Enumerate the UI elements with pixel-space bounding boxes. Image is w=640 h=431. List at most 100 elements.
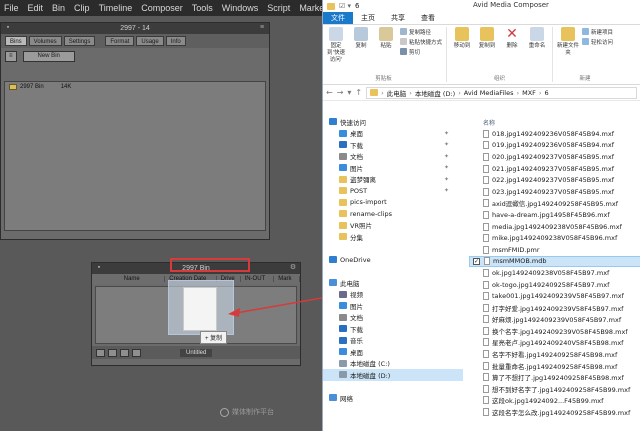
breadcrumb-item[interactable]: MXF xyxy=(522,89,536,97)
file-row[interactable]: axid逗蠍信.jpg1492409258F45B95.mxf xyxy=(469,198,640,210)
menu-item-timeline[interactable]: Timeline xyxy=(99,3,133,13)
file-row[interactable]: 这段名字怎么改.jpg1492409258F45B99.mxf xyxy=(469,406,640,418)
file-row[interactable]: ok.jpg1492409238V058F45B97.mxf xyxy=(469,267,640,279)
file-row[interactable]: 这段ok.jpg14924092...F45B99.mxf xyxy=(469,395,640,407)
column-header-name[interactable]: Name xyxy=(120,276,166,282)
nav-item[interactable]: 分集 xyxy=(323,231,463,243)
file-row[interactable]: 018.jpg1492409236V058F45B94.mxf xyxy=(469,128,640,140)
file-row[interactable]: 批量重命名.jpg1492409258F45B98.mxf xyxy=(469,360,640,372)
nav-item[interactable]: 文档 ✦ xyxy=(323,151,463,163)
file-row[interactable]: 022.jpg1492409237V058F45B95.mxf xyxy=(469,174,640,186)
file-row[interactable]: 星亮老卢.jpg1492409240V58F45B98.mxf xyxy=(469,337,640,349)
nav-item[interactable]: rename-clips xyxy=(323,208,463,220)
copy-path-button[interactable]: 复制路径 xyxy=(400,27,442,36)
nav-item[interactable]: POST ✦ xyxy=(323,185,463,197)
menu-item-edit[interactable]: Edit xyxy=(28,3,44,13)
file-row[interactable]: ok-togo.jpg1492409258F45B97.mxf xyxy=(469,279,640,291)
nav-item[interactable]: 本地磁盘 (D:) xyxy=(323,369,463,381)
paste-shortcut-button[interactable]: 粘贴快捷方式 xyxy=(400,37,442,46)
ribbon-tab-1[interactable]: 主页 xyxy=(353,12,383,24)
explorer-titlebar[interactable]: ☑ ▾ 6 Avid Media Composer xyxy=(323,0,640,12)
project-window-titlebar[interactable]: ▪ 2997 - 14 ≡ xyxy=(1,23,269,34)
back-icon[interactable]: ← xyxy=(326,88,333,97)
up-icon[interactable]: ↑ xyxy=(355,88,362,97)
quick-access-toolbar-icon[interactable]: ☑ ▾ xyxy=(339,2,351,10)
breadcrumb[interactable]: › 此电脑 › 本地磁盘 (D:) › Avid MediaFiles › MXF › 6 xyxy=(366,86,637,99)
nav-item[interactable]: VR照片 xyxy=(323,220,463,232)
chevron-right-icon[interactable]: › xyxy=(409,89,412,97)
bin-view-text-icon[interactable] xyxy=(108,348,117,357)
chevron-down-icon[interactable]: ▾ xyxy=(347,88,351,97)
ribbon-tab-0[interactable]: 文件 xyxy=(323,12,353,24)
file-row[interactable]: take001.jpg1492409239V58F45B97.mxf xyxy=(469,290,640,302)
nav-item[interactable]: 盗梦彌离 ✦ xyxy=(323,174,463,186)
bin-view-brief-icon[interactable] xyxy=(96,348,105,357)
gear-icon[interactable]: ⚙ xyxy=(289,264,297,272)
tab-usage[interactable]: Usage xyxy=(136,36,164,46)
file-row[interactable]: 020.jpg1492409237V058F45B95.mxf xyxy=(469,151,640,163)
column-header-in-out[interactable]: IN-OUT xyxy=(241,276,275,282)
file-row[interactable]: msmFMID.pmr xyxy=(469,244,640,256)
new-folder-button[interactable]: 新建文件夹 xyxy=(557,27,579,57)
bin-view-frame-icon[interactable] xyxy=(120,348,129,357)
file-row[interactable]: 想不到好名字了.jpg1492409258F45B99.mxf xyxy=(469,383,640,395)
tab-format[interactable]: Format xyxy=(105,36,135,46)
nav-item[interactable]: 下载 ✦ xyxy=(323,139,463,151)
close-icon[interactable]: ▪ xyxy=(95,264,103,272)
nav-item[interactable]: 音乐 xyxy=(323,335,463,347)
delete-button[interactable]: ✕ 删除 xyxy=(501,27,523,50)
file-row[interactable]: media.jpg1492409238V058F45B96.mxf xyxy=(469,221,640,233)
nav-item[interactable]: 图片 xyxy=(323,300,463,312)
forward-icon[interactable]: → xyxy=(337,88,344,97)
checkbox[interactable]: ✓ xyxy=(473,257,480,265)
close-icon[interactable]: ▪ xyxy=(4,24,12,32)
file-row[interactable]: 好麻烦.jpg1492409239V058F45B97.mxf xyxy=(469,314,640,326)
bin-view-script-icon[interactable] xyxy=(132,348,141,357)
chevron-right-icon[interactable]: › xyxy=(517,89,520,97)
breadcrumb-item[interactable]: Avid MediaFiles xyxy=(464,89,514,97)
tab-volumes[interactable]: Volumes xyxy=(28,36,62,46)
file-row[interactable]: 019.jpg1492409236V058F45B94.mxf xyxy=(469,140,640,152)
nav-item[interactable]: 网络 xyxy=(323,392,463,404)
chevron-right-icon[interactable]: › xyxy=(381,89,384,97)
file-row[interactable]: 023.jpg1492409237V058F45B95.mxf xyxy=(469,186,640,198)
menu-item-composer[interactable]: Composer xyxy=(141,3,183,13)
breadcrumb-item[interactable]: 此电脑 xyxy=(387,88,407,98)
menu-item-clip[interactable]: Clip xyxy=(74,3,90,13)
bin-view-dropdown[interactable]: Untitled xyxy=(180,348,213,357)
file-row[interactable]: 打字好爱.jpg1492409239V58F45B97.mxf xyxy=(469,302,640,314)
tab-info[interactable]: Info xyxy=(165,36,186,46)
chevron-right-icon[interactable]: › xyxy=(539,89,542,97)
file-row[interactable]: 换个名字.jpg1492409239V058F45B98.mxf xyxy=(469,325,640,337)
nav-item[interactable]: 下载 xyxy=(323,323,463,335)
nav-item[interactable]: 快速访问 xyxy=(323,116,463,128)
file-row[interactable]: 021.jpg1492409237V058F45B95.mxf xyxy=(469,163,640,175)
file-row[interactable]: mike.jpg1492409238V058F45B96.mxf xyxy=(469,232,640,244)
menu-item-file[interactable]: File xyxy=(4,3,19,13)
new-bin-button[interactable]: New Bin xyxy=(22,51,75,62)
file-row[interactable]: have-a-dream.jpg14958F45B96.mxf xyxy=(469,209,640,221)
list-item[interactable]: 2997 Bin 14K xyxy=(5,82,265,92)
menu-item-tools[interactable]: Tools xyxy=(192,3,213,13)
paste-button[interactable]: 粘贴 xyxy=(375,27,397,50)
breadcrumb-item[interactable]: 本地磁盘 (D:) xyxy=(415,88,455,98)
nav-item[interactable]: 图片 ✦ xyxy=(323,162,463,174)
menu-icon[interactable]: ≡ xyxy=(258,24,266,32)
new-item-button[interactable]: 新建项目 xyxy=(582,27,613,36)
chevron-right-icon[interactable]: › xyxy=(458,89,461,97)
tab-settings[interactable]: Settings xyxy=(63,36,96,46)
rename-button[interactable]: 重命名 xyxy=(526,27,548,50)
column-header-mark[interactable]: Mark xyxy=(274,276,300,282)
menu-item-windows[interactable]: Windows xyxy=(222,3,259,13)
copy-button[interactable]: 复制 xyxy=(350,27,372,50)
move-to-button[interactable]: 移动到 xyxy=(451,27,473,50)
nav-item[interactable]: 桌面 ✦ xyxy=(323,128,463,140)
nav-item[interactable]: 此电脑 xyxy=(323,277,463,289)
menu-item-script[interactable]: Script xyxy=(267,3,290,13)
cut-button[interactable]: 剪切 xyxy=(400,47,442,56)
tab-bins[interactable]: Bins xyxy=(5,36,27,46)
ribbon-tab-3[interactable]: 查看 xyxy=(413,12,443,24)
pin-quick-access-button[interactable]: 固定到'快速访问' xyxy=(325,27,347,64)
nav-item[interactable]: 视频 xyxy=(323,289,463,301)
nav-item[interactable]: 桌面 xyxy=(323,346,463,358)
